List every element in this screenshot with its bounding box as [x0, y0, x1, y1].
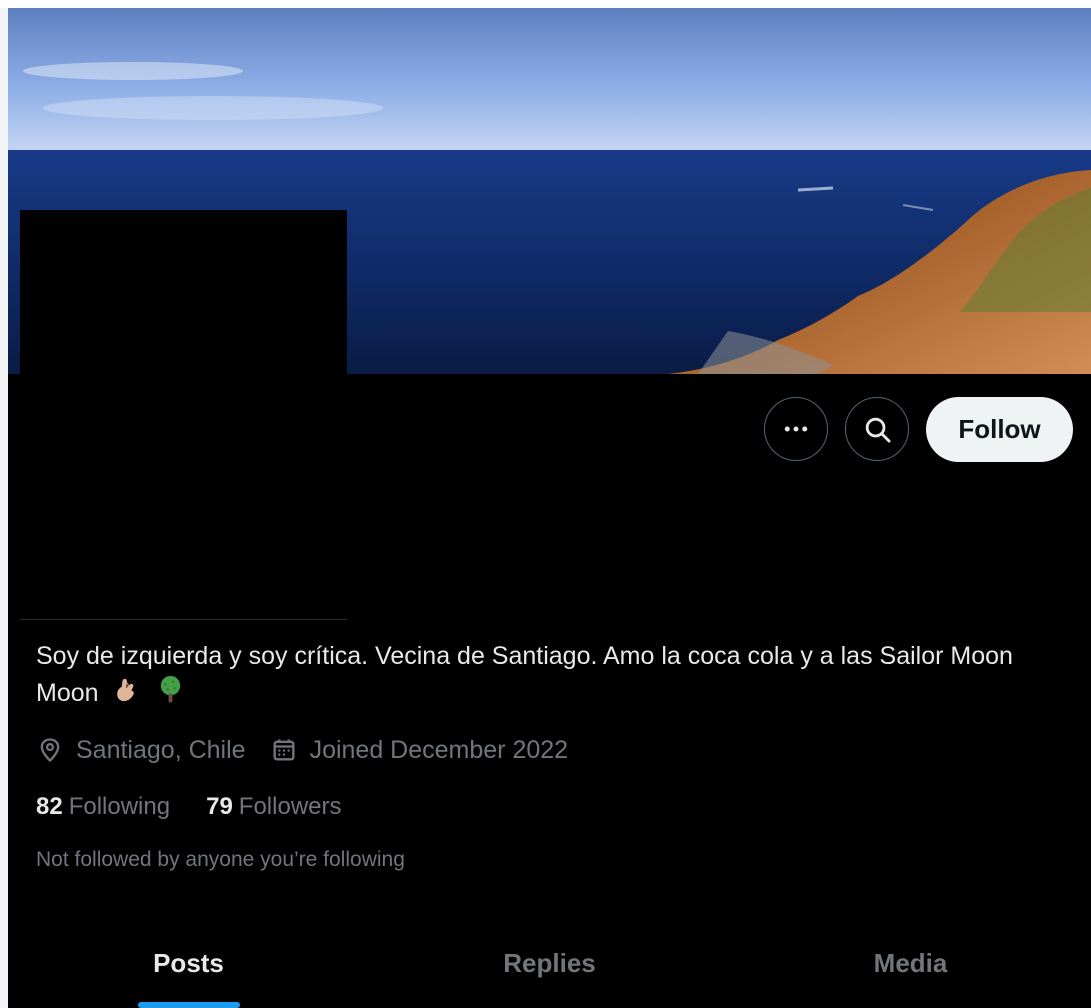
profile-page: Follow Soy de izquierda y soy crítica. V… [8, 8, 1091, 1008]
bio-text: Soy de izquierda y soy crítica. Vecina d… [36, 642, 1013, 670]
following-link[interactable]: 82 Following [36, 793, 170, 821]
bio-continuation: Moon [36, 679, 99, 708]
follow-counts: 82 Following 79 Followers [36, 793, 378, 821]
following-count: 82 [36, 793, 63, 820]
profile-tabs: Posts Replies Media [8, 930, 1091, 1008]
avatar-bottom-border [20, 619, 347, 620]
crossed-fingers-emoji [112, 674, 143, 715]
followers-count: 79 [206, 793, 233, 820]
tab-label-replies: Replies [503, 948, 596, 978]
tab-label-posts: Posts [153, 948, 224, 978]
location: Santiago, Chile [36, 736, 246, 765]
window-top-border [0, 0, 1091, 8]
tab-media[interactable]: Media [730, 930, 1091, 1008]
profile-meta: Santiago, Chile Joined December 2022 [36, 734, 592, 766]
more-horizontal-icon [784, 426, 808, 432]
followed-by-notice: Not followed by anyone you’re following [36, 848, 405, 871]
followers-label: Followers [238, 793, 342, 820]
calendar-icon [273, 739, 295, 761]
search-profile-button[interactable] [845, 397, 909, 461]
tab-posts[interactable]: Posts [8, 930, 369, 1008]
joined-text: Joined December 2022 [309, 735, 569, 764]
location-text: Santiago, Chile [76, 735, 246, 764]
more-options-button[interactable] [764, 397, 828, 461]
joined-date: Joined December 2022 [270, 735, 569, 765]
tree-emoji [155, 674, 186, 715]
active-tab-indicator [137, 1002, 240, 1008]
tab-replies[interactable]: Replies [369, 930, 730, 1008]
follow-button[interactable]: Follow [926, 397, 1073, 462]
followers-link[interactable]: 79 Followers [206, 793, 341, 821]
tab-label-media: Media [873, 948, 948, 978]
search-icon [865, 417, 891, 443]
profile-bio: Soy de izquierda y soy crítica. Vecina d… [36, 638, 1076, 715]
location-pin-icon [40, 738, 60, 763]
profile-avatar[interactable] [20, 210, 347, 621]
following-label: Following [68, 793, 171, 820]
